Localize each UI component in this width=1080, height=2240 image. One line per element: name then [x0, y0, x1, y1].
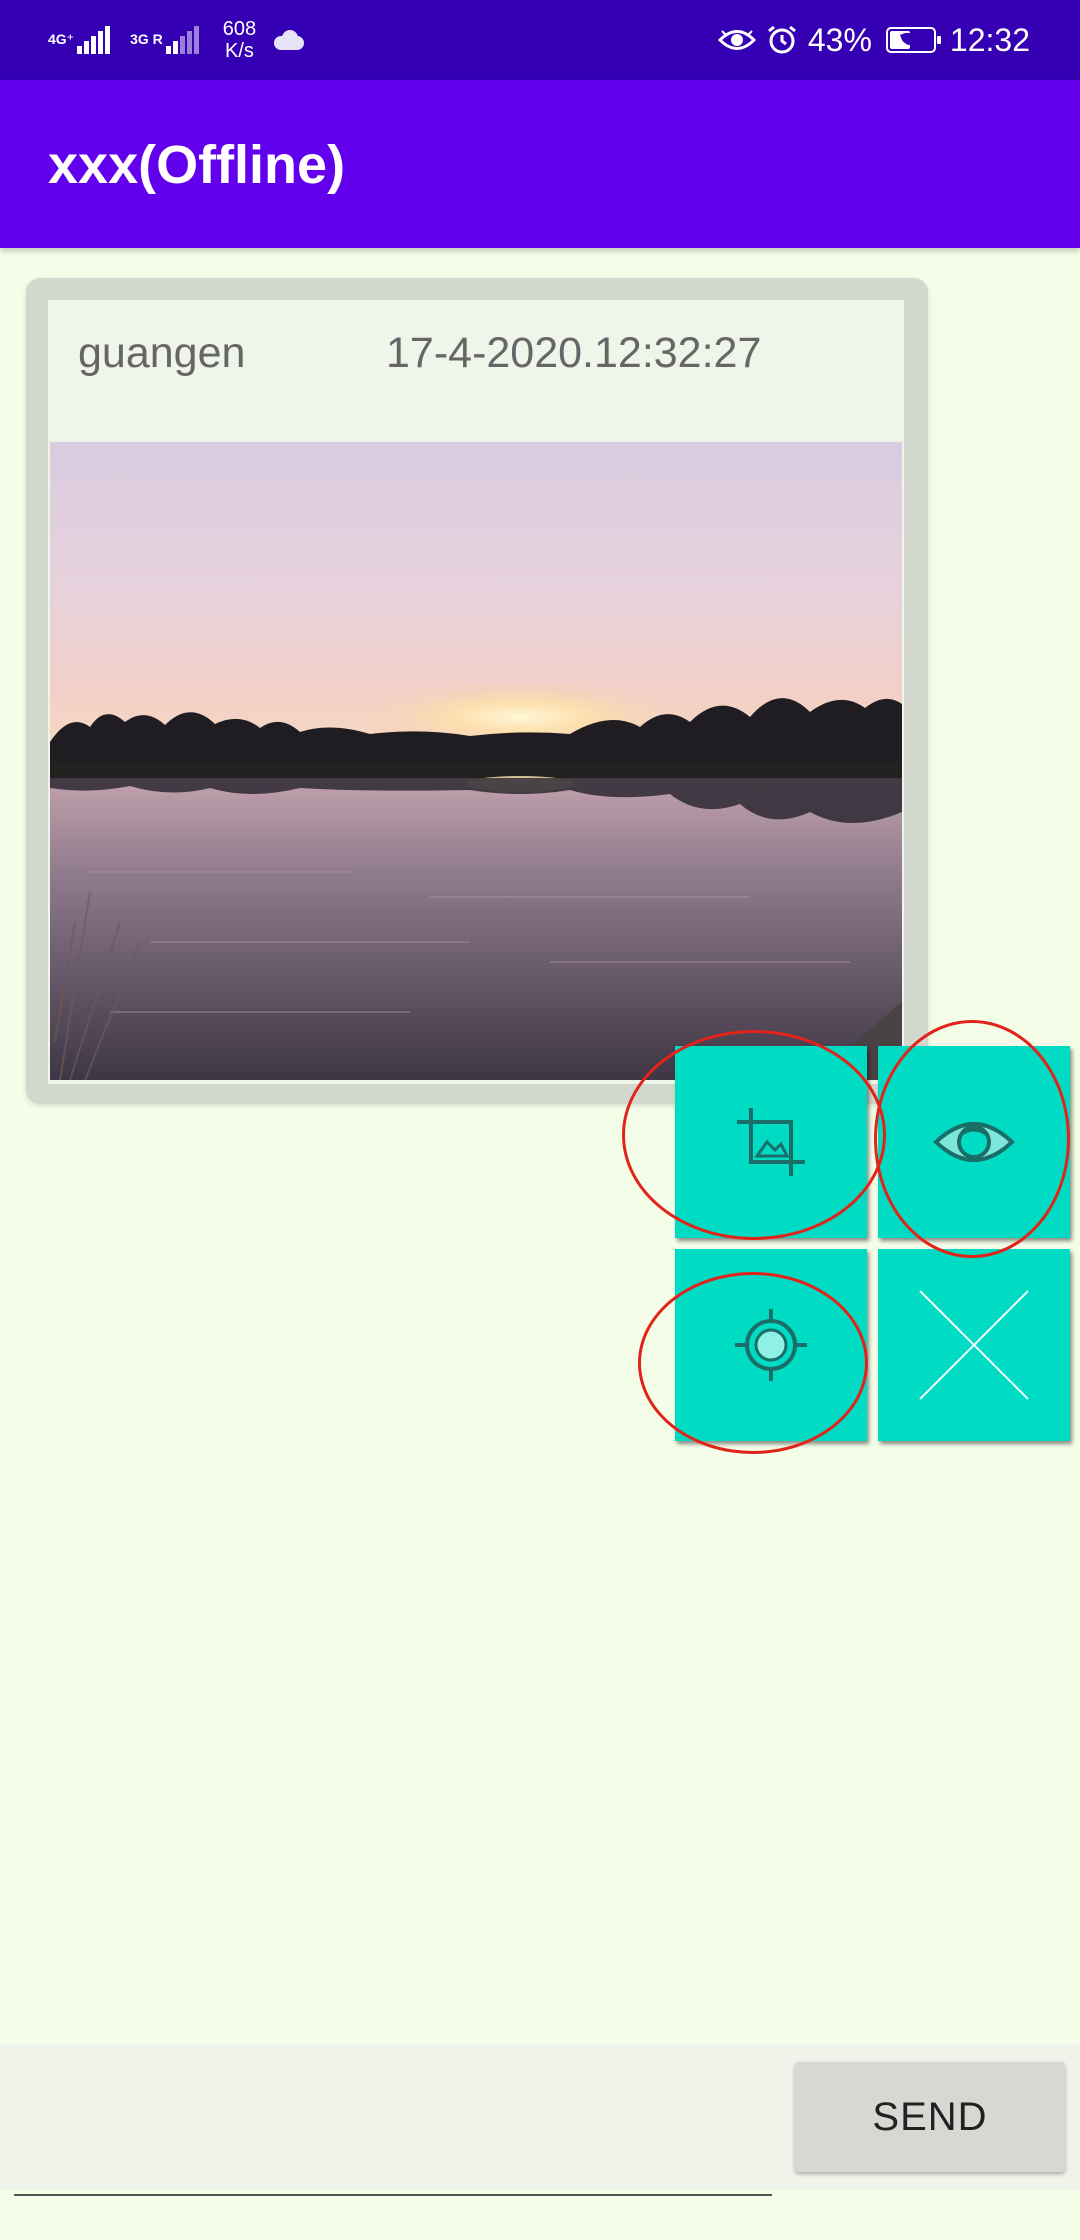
page-title: xxx(Offline): [48, 135, 346, 195]
eye-icon: [933, 1122, 1015, 1162]
network-type-label: 4G⁺: [48, 31, 75, 47]
battery-percent: 43%: [807, 21, 872, 58]
clock: 12:32: [949, 21, 1030, 58]
status-bar: 4G⁺ 3G R 608 K/s 43% 12:32: [0, 0, 1080, 80]
eye-comfort-icon: [717, 27, 756, 53]
speed-value: 608: [222, 18, 257, 40]
close-icon: [919, 1290, 1029, 1400]
view-button[interactable]: [878, 1046, 1070, 1238]
crop-button[interactable]: [675, 1046, 867, 1238]
target-icon: [735, 1309, 807, 1381]
cloud-icon: [272, 30, 306, 50]
signal-icon: 3G R: [130, 26, 201, 54]
locate-button[interactable]: [675, 1249, 867, 1441]
alarm-icon: [766, 24, 798, 56]
compose-bar: SEND: [0, 2044, 1080, 2196]
message-input[interactable]: [14, 2070, 772, 2196]
message-timestamp: 17-4-2020.12:32:27: [386, 329, 762, 377]
battery-icon: [885, 27, 941, 53]
crop-icon: [737, 1108, 805, 1176]
close-button[interactable]: [878, 1249, 1070, 1441]
status-left: 4G⁺ 3G R 608 K/s: [48, 0, 306, 80]
message-sender: guangen: [78, 329, 246, 377]
send-button[interactable]: SEND: [795, 2062, 1065, 2172]
status-right: 43% 12:32: [717, 0, 1030, 80]
signal-icon: 4G⁺: [48, 26, 112, 54]
message-image[interactable]: [50, 442, 902, 1080]
network-type-label: 3G R: [130, 31, 163, 47]
network-speed: 608 K/s: [223, 18, 256, 62]
app-bar: xxx(Offline): [0, 80, 1080, 248]
speed-unit: K/s: [225, 40, 254, 62]
